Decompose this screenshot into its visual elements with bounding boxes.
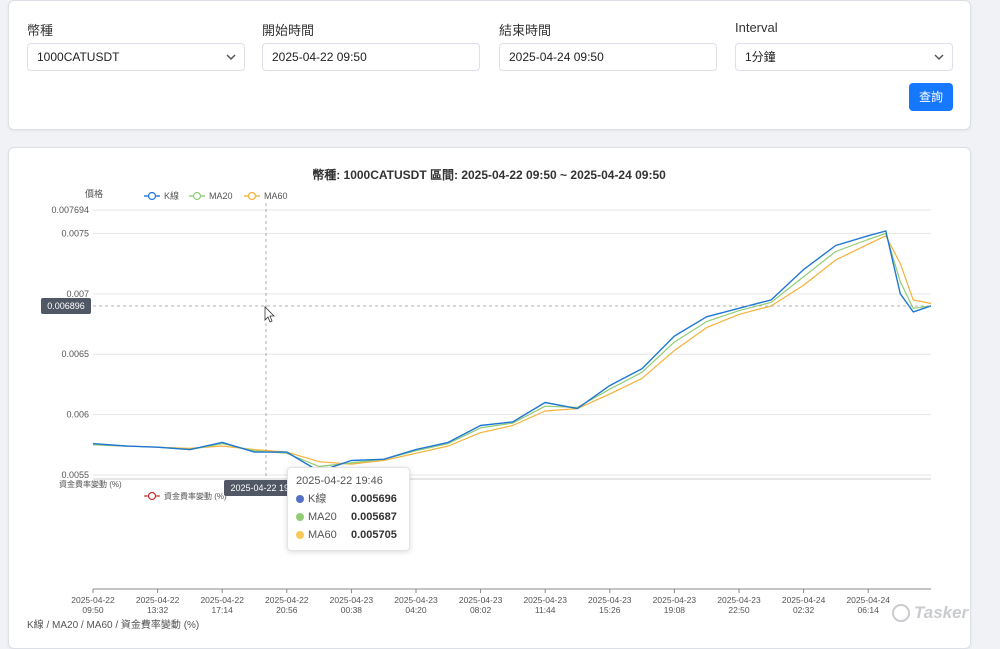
x-tick-label: 2025-04-24 — [846, 595, 890, 605]
x-tick-label: 13:32 — [147, 605, 169, 615]
ma20-dot-icon — [296, 513, 304, 521]
funding-axis-name: 資金費率變動 (%) — [59, 479, 122, 489]
coin-label: 幣種 — [27, 20, 53, 39]
tooltip-name: MA20 — [308, 510, 337, 524]
x-tick-label: 2025-04-22 — [136, 595, 180, 605]
tooltip-time: 2025-04-22 19:46 — [296, 474, 383, 488]
watermark-text: Tasker — [914, 603, 968, 622]
start-time-input[interactable]: 2025-04-22 09:50 — [262, 43, 480, 71]
funding-legend-label: 資金費率變動 (%) — [164, 491, 227, 501]
chart-legend: K線 MA20 MA60 — [144, 190, 288, 201]
y-tick-label: 0.007694 — [51, 205, 89, 215]
coin-select-value: 1000CATUSDT — [37, 50, 119, 64]
x-tick-label: 2025-04-23 — [588, 595, 632, 605]
tooltip-row-kline: K線 0.005696 — [296, 492, 401, 506]
y-tick-label: 0.006 — [66, 410, 89, 420]
chart-tooltip: 2025-04-22 19:46 K線 0.005696 MA20 0.0056… — [287, 467, 410, 551]
x-tick-label: 15:26 — [599, 605, 621, 615]
x-tick-label: 2025-04-23 — [459, 595, 503, 605]
tooltip-value: 0.005687 — [351, 510, 397, 524]
query-button[interactable]: 查詢 — [909, 83, 953, 111]
chart-caption: K線 / MA20 / MA60 / 資金費率變動 (%) — [27, 618, 199, 631]
chart-grid — [93, 210, 931, 475]
y-tick-label: 0.0055 — [61, 470, 89, 480]
chevron-down-icon — [226, 53, 236, 61]
price-chart[interactable]: 幣種: 1000CATUSDT 區間: 2025-04-22 09:50 ~ 2… — [9, 148, 970, 637]
funding-legend: 資金費率變動 (%) — [144, 491, 227, 501]
legend-marker — [194, 193, 201, 200]
chart-panel: 幣種: 1000CATUSDT 區間: 2025-04-22 09:50 ~ 2… — [8, 147, 971, 649]
chart-series — [93, 231, 931, 471]
watermark: Tasker — [892, 603, 968, 623]
y-axis-ticks: 0.007694 0.0075 0.007 0.0065 0.006 0.0055 — [51, 205, 89, 480]
x-tick-label: 19:08 — [664, 605, 686, 615]
chevron-down-icon — [934, 53, 944, 61]
x-tick-label: 2025-04-22 — [200, 595, 244, 605]
x-tick-label: 2025-04-23 — [523, 595, 567, 605]
y-tick-label: 0.007 — [66, 289, 89, 299]
end-time-label: 結束時間 — [499, 20, 551, 39]
tooltip-name: K線 — [308, 492, 326, 506]
ma60-dot-icon — [296, 531, 304, 539]
start-time-label: 開始時間 — [262, 20, 314, 39]
price-axis-name: 價格 — [85, 188, 103, 199]
end-time-value: 2025-04-24 09:50 — [509, 50, 604, 64]
y-tick-label: 0.0075 — [61, 228, 89, 238]
x-tick-label: 2025-04-24 — [782, 595, 826, 605]
chart-title: 幣種: 1000CATUSDT 區間: 2025-04-22 09:50 ~ 2… — [312, 167, 666, 182]
series-line-MA60 — [93, 236, 931, 464]
x-tick-label: 17:14 — [212, 605, 234, 615]
x-tick-label: 22:50 — [728, 605, 750, 615]
tooltip-row-ma60: MA60 0.005705 — [296, 528, 401, 542]
end-time-input[interactable]: 2025-04-24 09:50 — [499, 43, 717, 71]
tooltip-name: MA60 — [308, 528, 337, 542]
legend-label[interactable]: K線 — [164, 190, 179, 201]
x-tick-label: 2025-04-22 — [265, 595, 309, 605]
x-tick-label: 2025-04-23 — [330, 595, 374, 605]
tooltip-value: 0.005696 — [351, 492, 397, 506]
y-tick-label: 0.0065 — [61, 349, 89, 359]
tooltip-row-ma20: MA20 0.005687 — [296, 510, 401, 524]
x-tick-label: 20:56 — [276, 605, 298, 615]
funding-legend-marker — [149, 493, 156, 500]
tooltip-value: 0.005705 — [351, 528, 397, 542]
interval-label: Interval — [735, 20, 778, 35]
legend-marker — [249, 193, 256, 200]
coin-select[interactable]: 1000CATUSDT — [27, 43, 245, 71]
legend-marker — [149, 193, 156, 200]
x-tick-label: 2025-04-23 — [394, 595, 438, 605]
x-tick-label: 08:02 — [470, 605, 492, 615]
series-line-K線 — [93, 231, 931, 471]
tasker-logo-icon — [892, 604, 910, 622]
interval-select[interactable]: 1分鐘 — [735, 43, 953, 71]
x-tick-label: 2025-04-22 — [71, 595, 115, 605]
filter-panel: 幣種 1000CATUSDT 開始時間 2025-04-22 09:50 結束時… — [8, 0, 971, 130]
x-tick-label: 00:38 — [341, 605, 363, 615]
kline-dot-icon — [296, 495, 304, 503]
x-tick-label: 2025-04-23 — [717, 595, 761, 605]
x-tick-label: 02:32 — [793, 605, 815, 615]
x-tick-label: 09:50 — [82, 605, 104, 615]
x-tick-label: 2025-04-23 — [653, 595, 697, 605]
start-time-value: 2025-04-22 09:50 — [272, 50, 367, 64]
x-tick-label: 11:44 — [535, 605, 556, 615]
legend-label[interactable]: MA20 — [209, 191, 233, 201]
interval-select-value: 1分鐘 — [745, 50, 776, 64]
legend-label[interactable]: MA60 — [264, 191, 288, 201]
x-tick-label: 04:20 — [405, 605, 427, 615]
crosshair-y-label: 0.006896 — [47, 301, 85, 311]
x-tick-label: 06:14 — [858, 605, 880, 615]
